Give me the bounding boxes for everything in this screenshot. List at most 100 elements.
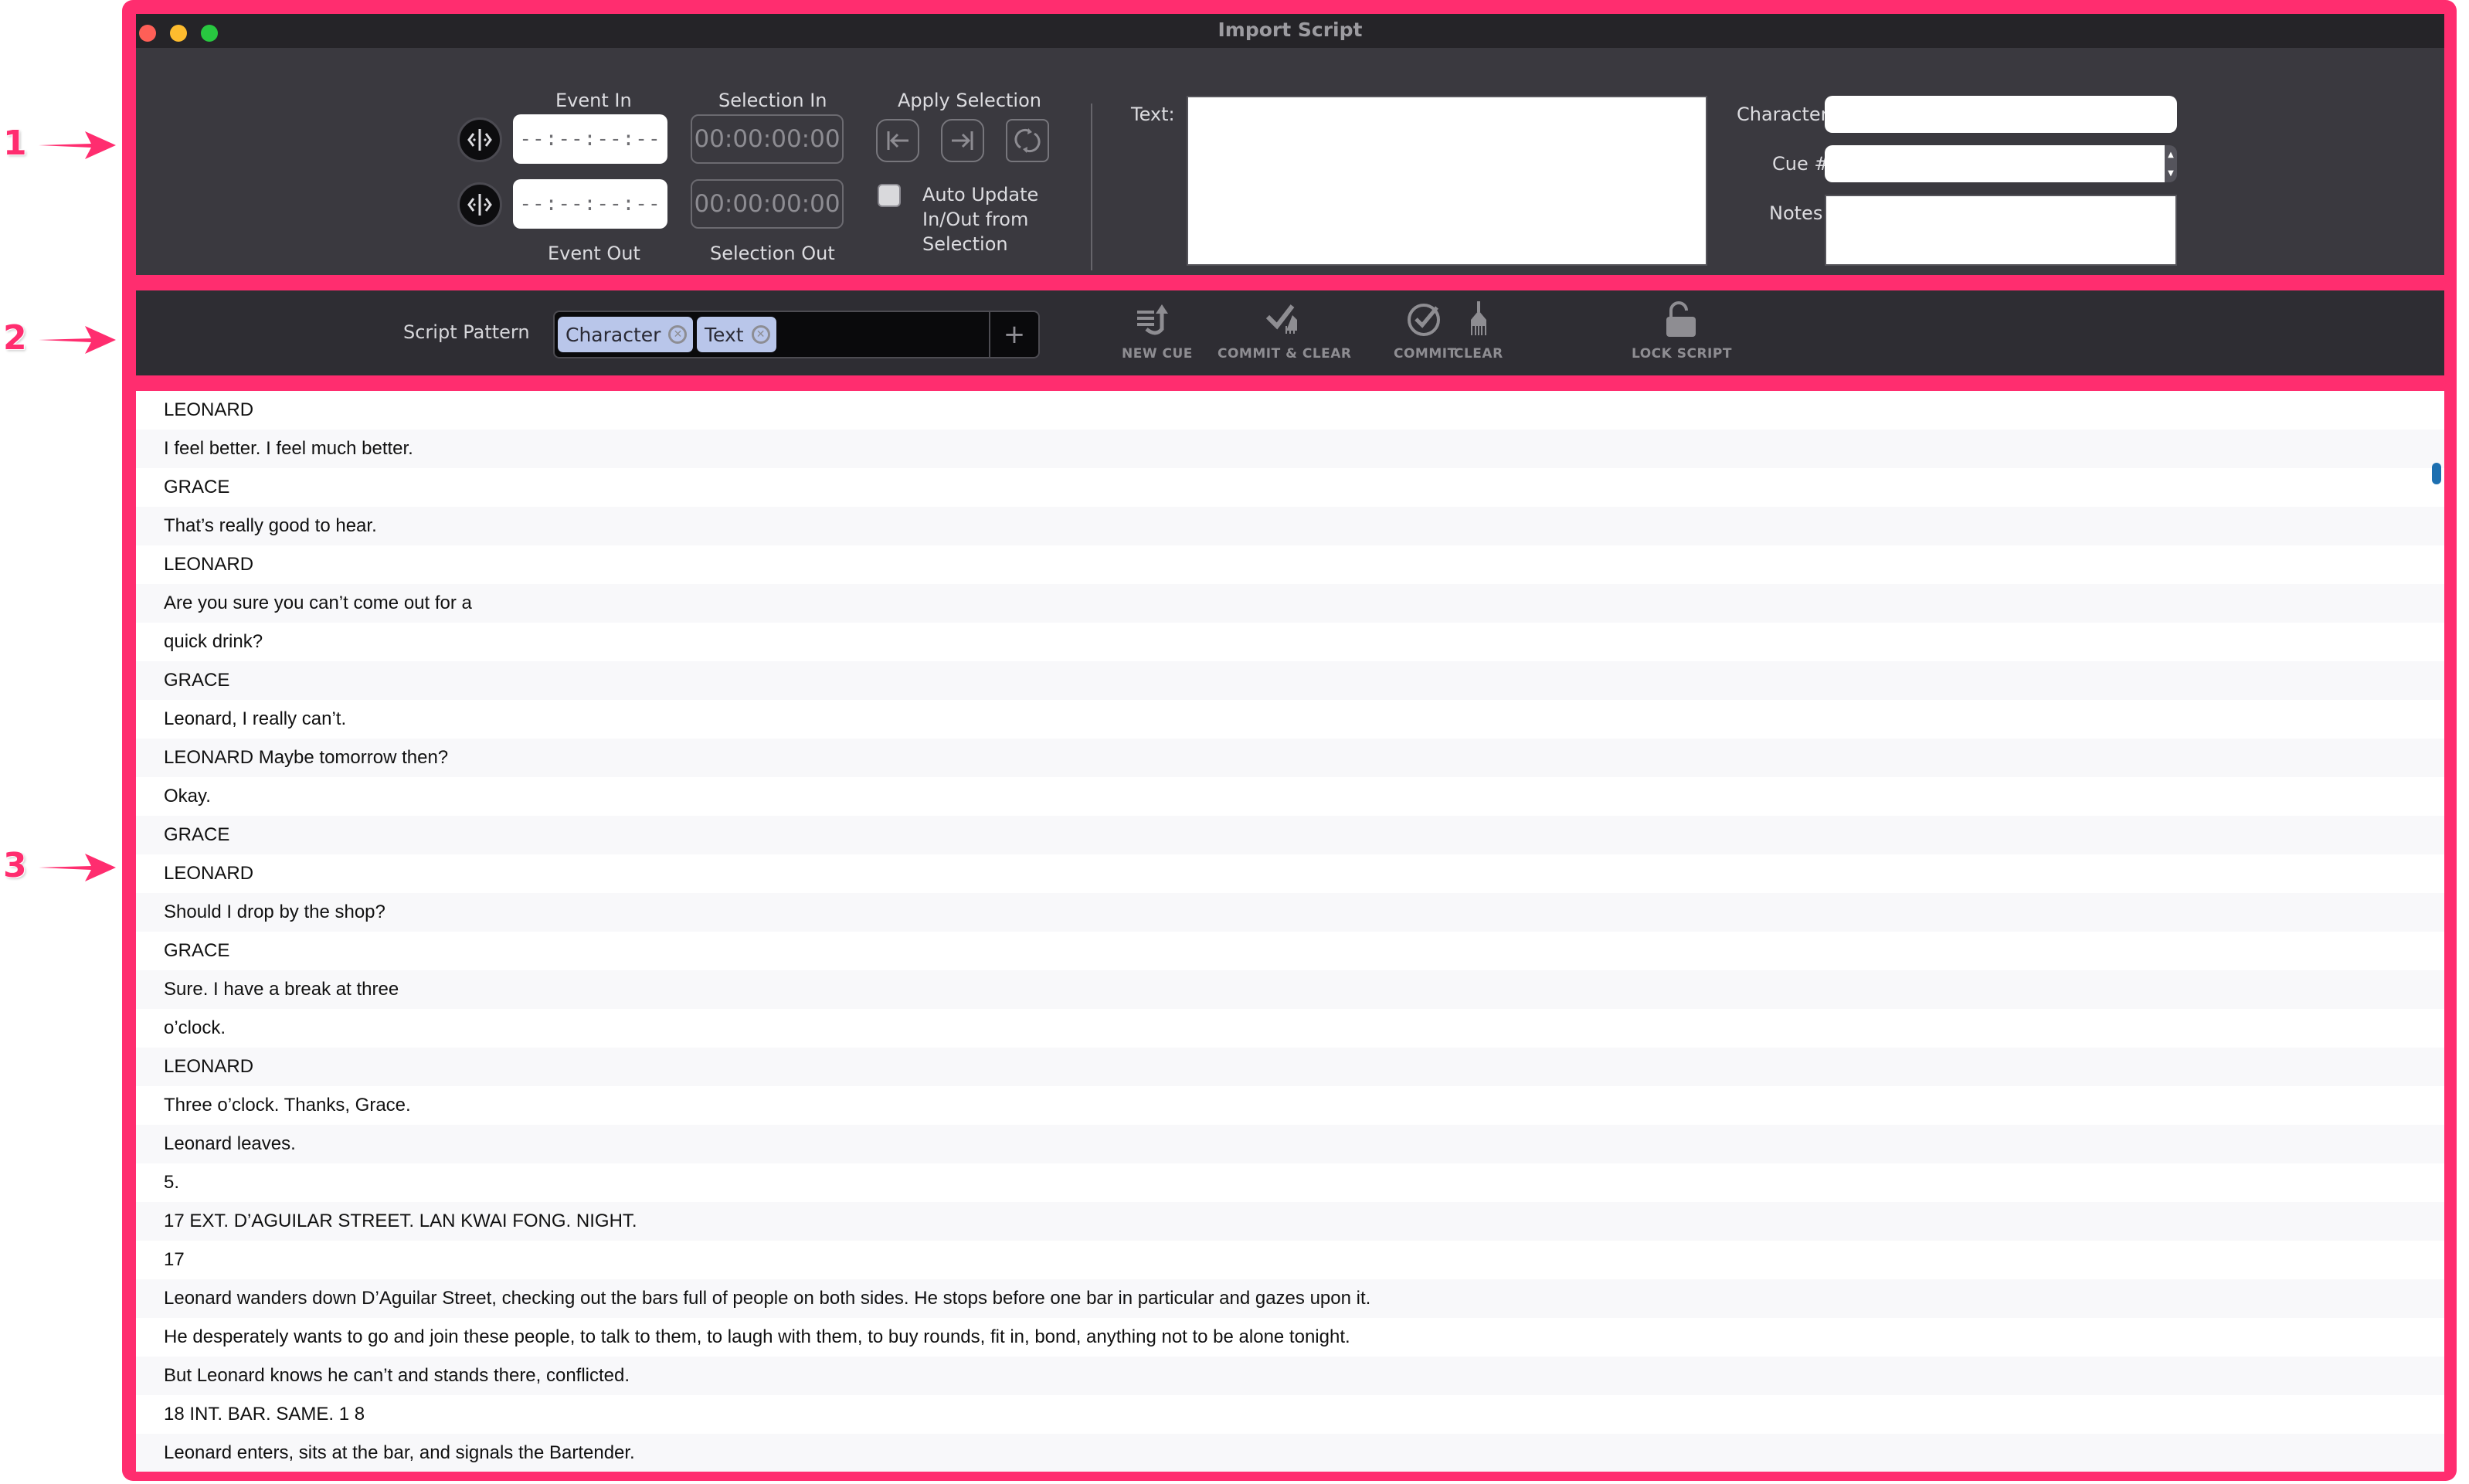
divider: [1091, 104, 1092, 270]
arrow-right-icon: [39, 131, 116, 159]
arrow-to-left-bar-icon: [887, 131, 908, 150]
script-line[interactable]: LEONARD Maybe tomorrow then?: [136, 739, 2444, 777]
new-cue-button[interactable]: NEW CUE: [1122, 301, 1193, 362]
script-line[interactable]: Three o’clock. Thanks, Grace.: [136, 1086, 2444, 1125]
commit-and-clear-label: COMMIT & CLEAR: [1218, 346, 1352, 362]
add-token-button[interactable]: +: [989, 312, 1038, 357]
lock-script-label: LOCK SCRIPT: [1632, 346, 1732, 362]
lock-script-button[interactable]: LOCK SCRIPT: [1632, 301, 1732, 362]
script-line[interactable]: Leonard wanders down D’Aguilar Street, c…: [136, 1279, 2444, 1318]
title-bar: Import Script: [136, 14, 2444, 48]
auto-update-label: Auto Update In/Out from Selection: [922, 182, 1038, 256]
arrow-right-icon: [39, 854, 116, 881]
auto-update-checkbox[interactable]: [878, 184, 901, 207]
pattern-token-character[interactable]: Character ✕: [558, 317, 694, 352]
commit-button[interactable]: COMMIT: [1394, 301, 1457, 362]
event-in-jog-button[interactable]: [457, 117, 502, 162]
script-line[interactable]: 18 INT. BAR. SAME. 1 8: [136, 1395, 2444, 1434]
script-line[interactable]: That’s really good to hear.: [136, 507, 2444, 545]
selection-out-field: 00:00:00:00: [691, 179, 844, 229]
script-text-list[interactable]: LEONARD I feel better. I feel much better…: [136, 391, 2444, 1472]
import-script-window: Import Script Event In --:--:--:-- --:--…: [136, 14, 2444, 1472]
script-line[interactable]: quick drink?: [136, 623, 2444, 661]
script-line[interactable]: But Leonard knows he can’t and stands th…: [136, 1357, 2444, 1395]
annotation-1: 1: [0, 124, 124, 170]
cue-number-stepper[interactable]: ▲ ▼: [2165, 145, 2177, 182]
remove-token-icon[interactable]: ✕: [751, 325, 770, 344]
commit-icon: [1407, 304, 1440, 336]
pattern-token-label: Character: [565, 323, 661, 346]
script-line[interactable]: Should I drop by the shop?: [136, 893, 2444, 932]
clear-label: CLEAR: [1454, 346, 1503, 362]
event-in-field[interactable]: --:--:--:--: [513, 114, 667, 164]
script-pattern-label: Script Pattern: [403, 321, 530, 343]
new-cue-label: NEW CUE: [1122, 346, 1193, 362]
script-pattern-field[interactable]: Character ✕ Text ✕ +: [553, 311, 1040, 358]
commit-label: COMMIT: [1394, 346, 1457, 362]
refresh-icon: [1014, 128, 1041, 153]
arrow-right-icon: [39, 326, 116, 354]
script-line[interactable]: Leonard leaves.: [136, 1125, 2444, 1163]
character-label: Character:: [1737, 104, 1835, 125]
selection-out-label: Selection Out: [710, 243, 835, 264]
script-line[interactable]: I feel better. I feel much better.: [136, 430, 2444, 468]
script-line[interactable]: GRACE: [136, 816, 2444, 854]
selection-in-field: 00:00:00:00: [691, 114, 844, 164]
vertical-scrollbar[interactable]: [2432, 463, 2441, 484]
text-area[interactable]: [1187, 96, 1707, 266]
script-toolbar: Script Pattern Character ✕ Text ✕ + NEW …: [136, 290, 2444, 375]
selection-in-label: Selection In: [718, 90, 827, 111]
event-out-jog-button[interactable]: [457, 182, 502, 227]
text-label: Text:: [1131, 104, 1175, 125]
script-line[interactable]: He desperately wants to go and join thes…: [136, 1318, 2444, 1357]
script-line[interactable]: 5.: [136, 1163, 2444, 1202]
split-arrows-icon: [467, 194, 492, 216]
script-line[interactable]: LEONARD: [136, 391, 2444, 430]
commit-clear-icon: [1265, 304, 1297, 334]
arrow-to-right-bar-icon: [952, 131, 973, 150]
script-line[interactable]: GRACE: [136, 932, 2444, 970]
annotation-number: 1: [3, 124, 27, 163]
script-line[interactable]: Are you sure you can’t come out for a: [136, 584, 2444, 623]
auto-update-label-line: Selection: [922, 233, 1008, 255]
notes-field[interactable]: [1825, 195, 2177, 266]
apply-selection-in-button[interactable]: [876, 119, 919, 162]
auto-update-label-line: Auto Update: [922, 184, 1039, 205]
event-out-field[interactable]: --:--:--:--: [513, 179, 667, 229]
commit-and-clear-button[interactable]: COMMIT & CLEAR: [1218, 301, 1352, 362]
notes-label: Notes:: [1769, 202, 1829, 224]
event-out-label: Event Out: [548, 243, 640, 264]
script-line[interactable]: Sure. I have a break at three: [136, 970, 2444, 1009]
auto-update-label-line: In/Out from: [922, 209, 1029, 230]
clear-button[interactable]: CLEAR: [1454, 301, 1503, 362]
annotation-number: 2: [3, 318, 27, 358]
annotation-2: 2: [0, 318, 124, 365]
event-in-label: Event In: [555, 90, 632, 111]
annotation-number: 3: [3, 846, 27, 885]
apply-selection-out-button[interactable]: [941, 119, 984, 162]
cue-number-field[interactable]: [1825, 145, 2165, 182]
unlock-icon: [1666, 301, 1696, 337]
new-cue-icon: [1136, 304, 1168, 335]
script-line[interactable]: o’clock.: [136, 1009, 2444, 1048]
script-line[interactable]: LEONARD: [136, 545, 2444, 584]
script-line[interactable]: LEONARD: [136, 854, 2444, 893]
pattern-token-text[interactable]: Text ✕: [697, 317, 776, 352]
script-line[interactable]: LEONARD: [136, 1048, 2444, 1086]
apply-selection-both-button[interactable]: [1006, 119, 1049, 162]
script-line[interactable]: GRACE: [136, 468, 2444, 507]
script-line[interactable]: Leonard, I really can’t.: [136, 700, 2444, 739]
script-rows: LEONARD I feel better. I feel much better…: [136, 391, 2444, 1472]
stepper-down-icon[interactable]: ▼: [2168, 169, 2174, 178]
timecode-and-cue-panel: Event In --:--:--:-- --:--:--:-- Event O…: [136, 48, 2444, 275]
script-line[interactable]: Leonard enters, sits at the bar, and sig…: [136, 1434, 2444, 1472]
script-line[interactable]: GRACE: [136, 661, 2444, 700]
script-line[interactable]: 17: [136, 1241, 2444, 1279]
script-line[interactable]: Okay.: [136, 777, 2444, 816]
split-arrows-icon: [467, 129, 492, 151]
stepper-up-icon[interactable]: ▲: [2168, 151, 2174, 159]
remove-token-icon[interactable]: ✕: [668, 325, 688, 344]
script-line[interactable]: 17 EXT. D’AGUILAR STREET. LAN KWAI FONG.…: [136, 1202, 2444, 1241]
annotation-3: 3: [0, 846, 124, 892]
character-field[interactable]: [1825, 96, 2177, 133]
